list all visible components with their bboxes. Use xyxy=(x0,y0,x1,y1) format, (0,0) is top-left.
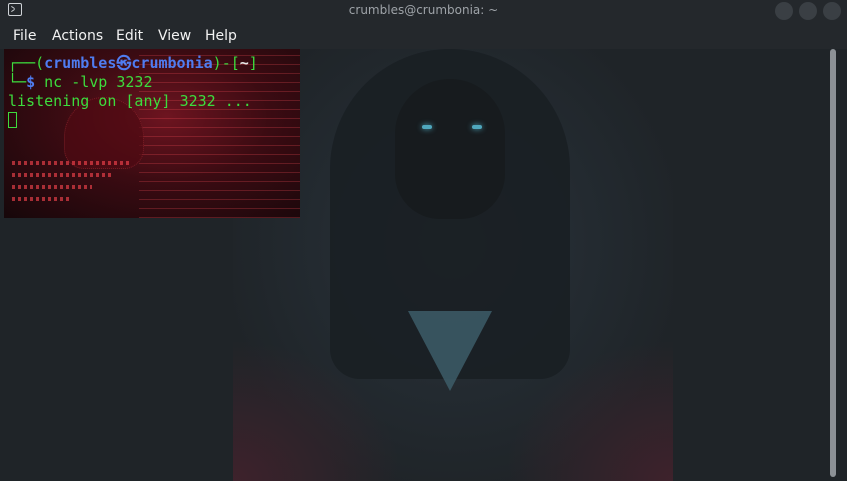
vertical-scrollbar[interactable] xyxy=(830,49,836,477)
prompt-bracket: )-[ xyxy=(212,54,240,72)
prompt-dollar: $ xyxy=(26,73,36,91)
terminal-output-area[interactable]: ┌──(crumbles㉿crumbonia)-[~] └─$ nc -lvp … xyxy=(0,49,847,481)
right-eye-glow xyxy=(472,125,482,129)
command-text: nc -lvp 3232 xyxy=(44,73,153,91)
menu-edit[interactable]: Edit xyxy=(116,28,143,44)
window-title: crumbles@crumbonia: ~ xyxy=(348,3,499,17)
stripe-decoration xyxy=(12,185,92,189)
terminal-text: ┌──(crumbles㉿crumbonia)-[~] └─$ nc -lvp … xyxy=(8,54,258,130)
menu-view[interactable]: View xyxy=(158,28,191,44)
face-shadow xyxy=(395,79,505,219)
menu-actions[interactable]: Actions xyxy=(52,28,103,44)
prompt-at-symbol: ㉿ xyxy=(116,54,132,72)
stripe-decoration xyxy=(12,197,72,201)
prompt-host: crumbonia xyxy=(131,54,213,72)
maximize-button[interactable] xyxy=(799,2,817,20)
prompt-user: crumbles xyxy=(44,54,117,72)
stripe-decoration xyxy=(12,173,112,177)
output-line: listening on [any] 3232 ... xyxy=(8,92,252,110)
stripe-decoration xyxy=(12,161,132,165)
close-button[interactable] xyxy=(823,2,841,20)
menu-file[interactable]: File xyxy=(13,28,36,44)
prompt-bracket-close: ] xyxy=(248,54,258,72)
minimize-button[interactable] xyxy=(775,2,793,20)
terminal-window: crumbles@crumbonia: ~ File Actions Edit … xyxy=(0,0,847,481)
menu-help[interactable]: Help xyxy=(205,28,237,44)
prompt-cwd: ~ xyxy=(239,54,249,72)
prompt-corner-top: ┌──( xyxy=(8,54,45,72)
left-eye-glow xyxy=(422,125,432,129)
title-bar[interactable]: crumbles@crumbonia: ~ xyxy=(0,0,847,22)
prompt-corner-bottom: └─ xyxy=(8,73,27,91)
terminal-cursor xyxy=(8,112,17,128)
triangle-emblem xyxy=(408,311,492,391)
menu-bar: File Actions Edit View Help xyxy=(0,22,847,49)
